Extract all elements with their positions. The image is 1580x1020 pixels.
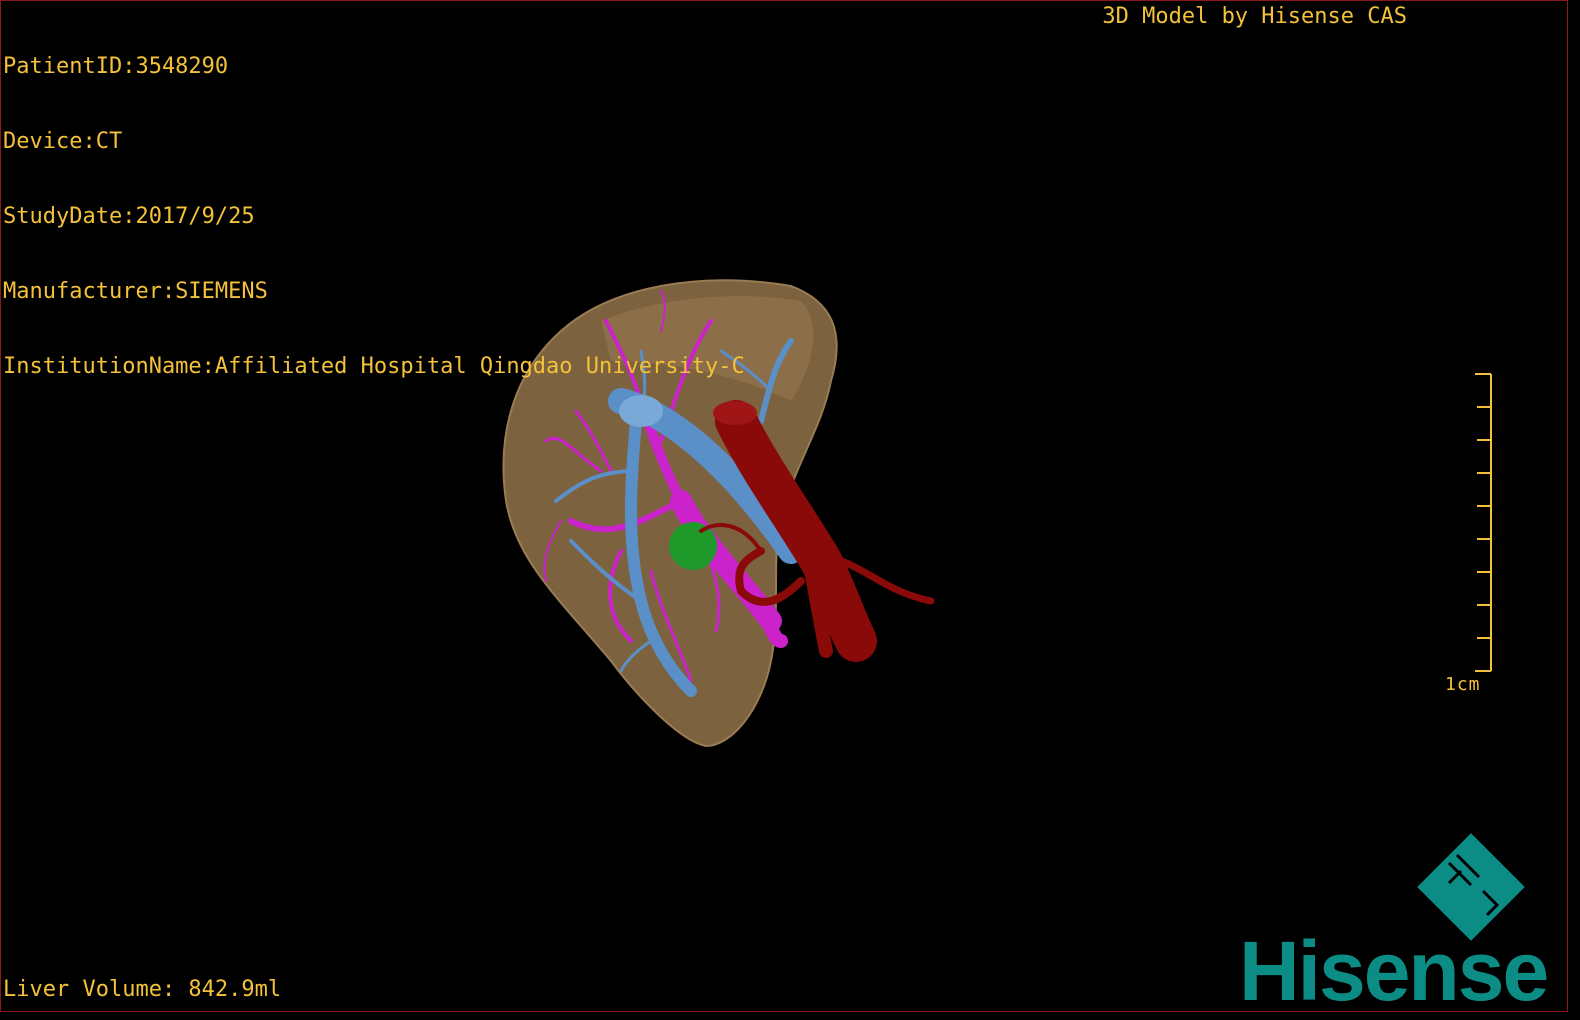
patient-id: PatientID:3548290 (3, 54, 229, 79)
institution-name: InstitutionName:Affiliated Hospital Qing… (3, 354, 745, 379)
study-date: StudyDate:2017/9/25 (3, 204, 255, 229)
device: Device:CT (3, 129, 123, 154)
scale-bar (1475, 373, 1492, 672)
dicom-info: PatientID:3548290 Device:CT StudyDate:20… (3, 4, 745, 429)
tumor (669, 522, 717, 570)
scale-bar-label: 1cm (1445, 674, 1481, 695)
hisense-wordmark: Hisense (1239, 924, 1549, 1018)
manufacturer: Manufacturer:SIEMENS (3, 279, 268, 304)
model-credit: 3D Model by Hisense CAS (1102, 4, 1407, 29)
3d-viewport[interactable]: PatientID:3548290 Device:CT StudyDate:20… (0, 0, 1568, 1018)
liver-volume: Liver Volume: 842.9ml (3, 977, 282, 1002)
